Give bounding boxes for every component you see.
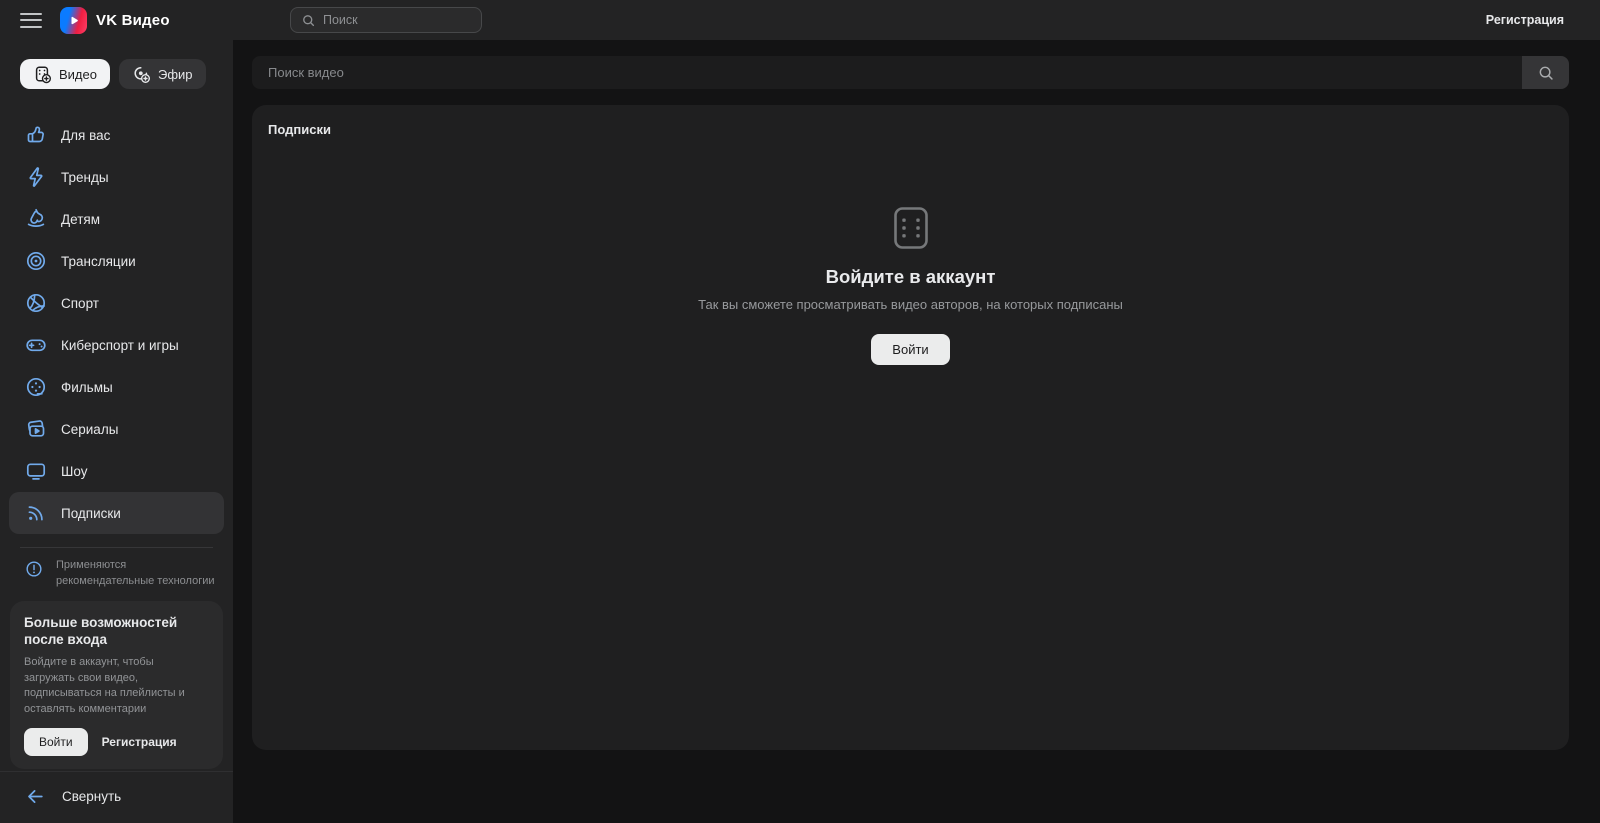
gamepad-icon — [24, 333, 48, 357]
login-promo-card: Больше возможностей после входа Войдите … — [10, 600, 223, 770]
sidebar-item-label: Шоу — [61, 463, 88, 479]
mode-button-efir[interactable]: Эфир — [118, 59, 206, 89]
film-reel-icon — [24, 375, 48, 399]
sidebar-item-label: Спорт — [61, 295, 99, 311]
empty-state: Войдите в аккаунт Так вы сможете просмат… — [252, 207, 1569, 365]
collapse-label: Свернуть — [62, 789, 122, 804]
app-title: VK Видео — [96, 11, 170, 29]
mode-switcher: Видео Эфир — [20, 59, 223, 89]
sidebar-item-trends[interactable]: Тренды — [9, 156, 224, 198]
video-search-input[interactable] — [252, 56, 1522, 89]
registration-link[interactable]: Регистрация — [1486, 13, 1564, 27]
sidebar-item-shows[interactable]: Шоу — [9, 450, 224, 492]
stacked-cards-icon — [24, 417, 48, 441]
promo-register-button[interactable]: Регистрация — [102, 735, 177, 749]
info-icon — [24, 559, 44, 579]
hamburger-line — [20, 19, 42, 21]
mode-button-video[interactable]: Видео — [20, 59, 110, 89]
lightning-icon — [24, 165, 48, 189]
hamburger-menu-button[interactable] — [20, 12, 42, 28]
sidebar-item-subscriptions[interactable]: Подписки — [9, 492, 224, 534]
search-icon — [301, 13, 316, 28]
promo-title: Больше возможностей после входа — [24, 614, 178, 648]
thumb-up-icon — [24, 123, 48, 147]
sidebar-item-label: Фильмы — [61, 379, 113, 395]
topbar-search-input[interactable] — [323, 13, 471, 27]
app-root: VK Видео Регистрация Видео — [0, 0, 1600, 823]
login-button[interactable]: Войти — [871, 334, 950, 365]
sidebar-item-label: Киберспорт и игры — [61, 337, 179, 353]
sidebar-item-label: Сериалы — [61, 421, 119, 437]
tv-icon — [24, 459, 48, 483]
video-file-icon — [893, 207, 928, 249]
mode-button-video-label: Видео — [59, 66, 97, 82]
app-logo[interactable]: VK Видео — [60, 6, 170, 34]
recommendation-note: Применяются рекомендательные технологии — [24, 558, 219, 590]
vk-video-logo-icon — [60, 6, 87, 34]
collapse-sidebar-button[interactable]: Свернуть — [0, 771, 233, 823]
content-area: Видео Эфир Для вас Тренды Детям Трансляц… — [0, 40, 1600, 823]
sidebar-item-sport[interactable]: Спорт — [9, 282, 224, 324]
sidebar-item-label: Детям — [61, 211, 100, 227]
sidebar-item-esport[interactable]: Киберспорт и игры — [9, 324, 224, 366]
sidebar-item-movies[interactable]: Фильмы — [9, 366, 224, 408]
sidebar: Видео Эфир Для вас Тренды Детям Трансляц… — [0, 40, 233, 823]
rss-icon — [24, 501, 48, 525]
promo-text: Войдите в аккаунт, чтобы загружать свои … — [24, 655, 185, 715]
basketball-icon — [24, 291, 48, 315]
empty-state-subtitle: Так вы сможете просматривать видео автор… — [698, 297, 1123, 312]
sidebar-item-label: Трансляции — [61, 253, 136, 269]
sidebar-item-for-you[interactable]: Для вас — [9, 114, 224, 156]
arrow-left-icon — [25, 786, 46, 807]
sidebar-item-label: Для вас — [61, 127, 111, 143]
promo-actions: Войти Регистрация — [24, 728, 209, 757]
live-target-icon — [24, 249, 48, 273]
sidebar-divider — [20, 547, 213, 548]
rocking-horse-icon — [24, 207, 48, 231]
video-plus-icon — [33, 65, 52, 84]
topbar: VK Видео Регистрация — [0, 0, 1600, 40]
live-plus-icon — [132, 65, 151, 84]
video-search-bar — [252, 56, 1569, 89]
mode-button-efir-label: Эфир — [157, 66, 193, 82]
sidebar-item-series[interactable]: Сериалы — [9, 408, 224, 450]
topbar-search[interactable] — [290, 7, 482, 33]
hamburger-line — [20, 25, 42, 28]
empty-state-title: Войдите в аккаунт — [825, 266, 996, 287]
search-icon — [1537, 64, 1555, 82]
promo-login-button[interactable]: Войти — [24, 728, 88, 757]
main-area: Подписки Войдите в аккаунт Так вы сможет… — [233, 40, 1600, 823]
sidebar-nav: Для вас Тренды Детям Трансляции Спорт Ки… — [0, 114, 233, 534]
sidebar-item-streams[interactable]: Трансляции — [9, 240, 224, 282]
section-title: Подписки — [268, 122, 331, 137]
search-button[interactable] — [1522, 56, 1569, 89]
subscriptions-panel: Подписки Войдите в аккаунт Так вы сможет… — [252, 105, 1569, 750]
recommendation-note-text: Применяются рекомендательные технологии — [56, 559, 215, 587]
sidebar-item-kids[interactable]: Детям — [9, 198, 224, 240]
sidebar-item-label: Тренды — [61, 169, 109, 185]
hamburger-line — [20, 12, 42, 15]
sidebar-item-label: Подписки — [61, 505, 121, 521]
